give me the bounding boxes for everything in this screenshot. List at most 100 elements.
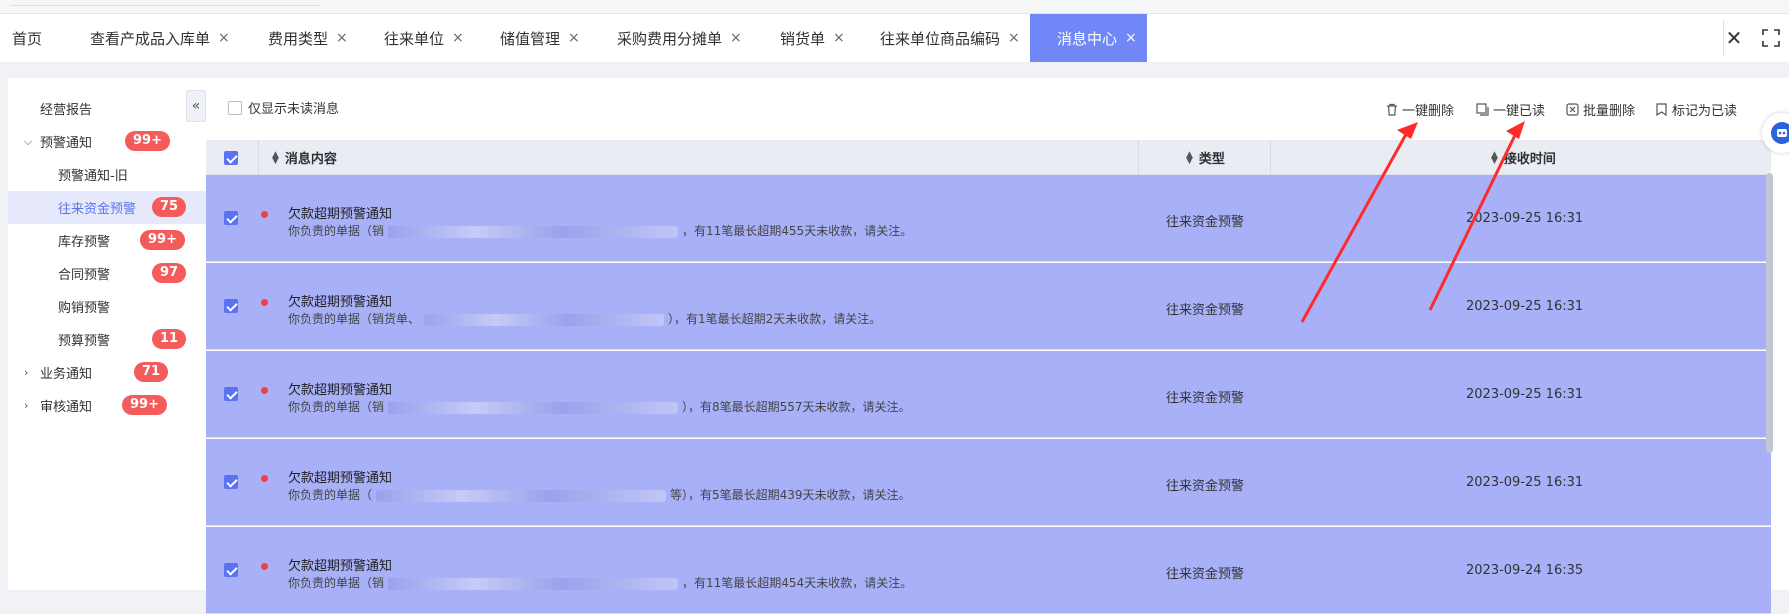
- message-panel: 仅显示未读消息 一键删除 一键已读 批量删除 标记为已读 ▲ ▼ 消息内容 ▲ ▼ 类型…: [206, 78, 1789, 614]
- vertical-scrollbar[interactable]: [1766, 173, 1773, 453]
- detail-prefix: 你负责的单据（销货单、: [288, 312, 421, 326]
- message-title: 欠款超期预警通知: [288, 471, 393, 486]
- sort-icon[interactable]: ▲ ▼: [272, 150, 279, 165]
- table-row[interactable]: 欠款超期预警通知 你负责的单据（销 ，有11笔最长超期455天未收款，请关注。 往…: [206, 175, 1771, 262]
- mark-read-button[interactable]: 标记为已读: [1656, 100, 1737, 119]
- column-header-label: 类型: [1198, 152, 1225, 167]
- sidebar-item-business-report[interactable]: 经营报告: [8, 92, 206, 125]
- sidebar-item-label: 合同预警: [58, 268, 111, 283]
- tab-label: 销货单: [780, 29, 826, 48]
- message-type: 往来资金预警: [1166, 215, 1245, 230]
- row-checkbox[interactable]: [224, 563, 238, 577]
- chevron-right-icon[interactable]: ›: [24, 366, 28, 379]
- sidebar-item-purchase-sales-warning[interactable]: 购销预警: [8, 290, 206, 323]
- only-unread-filter[interactable]: 仅显示未读消息: [228, 98, 339, 117]
- sort-icon[interactable]: ▲ ▼: [1186, 150, 1193, 165]
- received-time: 2023-09-24 16:35: [1466, 563, 1584, 578]
- tab-stored-value[interactable]: 储值管理 ×: [500, 14, 580, 62]
- close-icon[interactable]: ×: [568, 30, 580, 46]
- message-title: 欠款超期预警通知: [288, 295, 393, 310]
- collapse-sidebar-icon[interactable]: «: [186, 90, 206, 122]
- sidebar-item-inventory-warning[interactable]: 库存预警 99+: [8, 224, 206, 257]
- tab-home[interactable]: 首页: [12, 14, 42, 62]
- redacted-text: [388, 401, 679, 414]
- row-checkbox[interactable]: [224, 299, 238, 313]
- sidebar-item-contract-warning[interactable]: 合同预警 97: [8, 257, 206, 290]
- table-row[interactable]: 欠款超期预警通知 你负责的单据（销 ，有11笔最长超期454天未收款，请关注。 往…: [206, 527, 1771, 614]
- unread-dot-icon: [261, 475, 268, 482]
- delete-all-label: 一键删除: [1402, 104, 1455, 119]
- close-icon[interactable]: ×: [336, 30, 348, 46]
- tab-label: 采购费用分摊单: [617, 29, 723, 48]
- unread-dot-icon: [261, 211, 268, 218]
- sidebar: 经营报告 ⌵ 预警通知 99+ 预警通知-旧 往来资金预警 75 库存预警 99+ 合同…: [8, 78, 206, 590]
- sidebar-item-label: 购销预警: [58, 301, 111, 316]
- sidebar-item-audit-notice[interactable]: › 审核通知 99+: [8, 389, 206, 422]
- close-icon[interactable]: ×: [1008, 30, 1020, 46]
- close-icon[interactable]: ×: [452, 30, 464, 46]
- sidebar-item-label: 往来资金预警: [58, 202, 137, 217]
- tab-label: 往来单位: [384, 29, 445, 48]
- sidebar-item-label: 审核通知: [40, 400, 93, 415]
- tab-label: 首页: [12, 29, 43, 48]
- sidebar-item-label: 预算预警: [58, 334, 111, 349]
- received-time: 2023-09-25 16:31: [1466, 387, 1584, 402]
- chevron-right-icon[interactable]: ›: [24, 399, 28, 412]
- count-badge: 99+: [122, 395, 167, 415]
- message-type: 往来资金预警: [1166, 479, 1245, 494]
- redacted-text: [388, 225, 679, 238]
- unread-dot-icon: [261, 387, 268, 394]
- column-header-type[interactable]: ▲ ▼ 类型: [1186, 140, 1225, 175]
- delete-all-button[interactable]: 一键删除: [1386, 100, 1454, 119]
- row-checkbox[interactable]: [224, 475, 238, 489]
- only-unread-checkbox[interactable]: [228, 100, 242, 115]
- close-all-tabs-icon[interactable]: ✕: [1722, 26, 1746, 50]
- sidebar-item-warning-notice-old[interactable]: 预警通知-旧: [8, 158, 206, 191]
- column-header-time[interactable]: ▲ ▼ 接收时间: [1491, 140, 1556, 175]
- detail-suffix: ，有11笔最长超期454天未收款，请关注。: [682, 576, 913, 590]
- message-type: 往来资金预警: [1166, 567, 1245, 582]
- sidebar-item-fund-warning[interactable]: 往来资金预警 75: [8, 191, 206, 224]
- read-all-button[interactable]: 一键已读: [1476, 100, 1545, 119]
- tab-purchase-expense-allocation[interactable]: 采购费用分摊单 ×: [617, 14, 742, 62]
- tab-message-center[interactable]: 消息中心 ×: [1030, 14, 1147, 62]
- table-row[interactable]: 欠款超期预警通知 你负责的单据（销 ），有8笔最长超期557天未收款，请关注。 往…: [206, 351, 1771, 438]
- row-checkbox[interactable]: [224, 211, 238, 225]
- sidebar-item-business-notice[interactable]: › 业务通知 71: [8, 356, 206, 389]
- close-icon[interactable]: ×: [730, 30, 742, 46]
- detail-prefix: 你负责的单据（: [288, 488, 373, 502]
- sidebar-item-warning-notice[interactable]: ⌵ 预警通知 99+: [8, 125, 206, 158]
- fullscreen-icon[interactable]: [1760, 26, 1782, 50]
- table-row[interactable]: 欠款超期预警通知 你负责的单据（ 等），有5笔最长超期439天未收款，请关注。 往…: [206, 439, 1771, 526]
- row-checkbox[interactable]: [224, 387, 238, 401]
- tab-partner-product-code[interactable]: 往来单位商品编码 ×: [880, 14, 1020, 62]
- column-header-content[interactable]: ▲ ▼ 消息内容: [272, 140, 337, 175]
- close-icon[interactable]: ×: [1125, 30, 1137, 46]
- floating-assistant-icon[interactable]: [1762, 113, 1789, 153]
- tab-expense-type[interactable]: 费用类型 ×: [268, 14, 348, 62]
- chevron-down-icon[interactable]: ⌵: [24, 135, 32, 149]
- tab-partners[interactable]: 往来单位 ×: [384, 14, 464, 62]
- sort-icon[interactable]: ▲ ▼: [1491, 150, 1498, 165]
- received-time: 2023-09-25 16:31: [1466, 299, 1584, 314]
- tab-sales-order[interactable]: 销货单 ×: [780, 14, 845, 62]
- count-badge: 71: [134, 362, 169, 382]
- column-header-label: 消息内容: [284, 152, 337, 167]
- select-all-checkbox[interactable]: [224, 150, 238, 165]
- column-header-label: 接收时间: [1503, 152, 1556, 167]
- read-all-icon: [1476, 103, 1489, 116]
- close-icon[interactable]: ×: [218, 30, 230, 46]
- batch-delete-label: 批量删除: [1583, 104, 1636, 119]
- message-detail: 你负责的单据（销 ），有8笔最长超期557天未收款，请关注。: [288, 398, 911, 415]
- redacted-text: [376, 489, 667, 502]
- close-icon[interactable]: ×: [833, 30, 845, 46]
- tab-bar: 首页 查看产成品入库单 × 费用类型 × 往来单位 × 储值管理 × 采购费用分摊单 × …: [0, 14, 1789, 62]
- tab-finished-goods-receipt[interactable]: 查看产成品入库单 ×: [90, 14, 230, 62]
- detail-suffix: 等），有5笔最长超期439天未收款，请关注。: [670, 488, 911, 502]
- select-all-checkbox-cell[interactable]: [224, 140, 238, 175]
- sidebar-item-budget-warning[interactable]: 预算预警 11: [8, 323, 206, 356]
- count-badge: 99+: [140, 230, 185, 250]
- batch-delete-button[interactable]: 批量删除: [1566, 100, 1635, 119]
- message-title: 欠款超期预警通知: [288, 383, 393, 398]
- table-row[interactable]: 欠款超期预警通知 你负责的单据（销货单、 ），有1笔最长超期2天未收款，请关注。 …: [206, 263, 1771, 350]
